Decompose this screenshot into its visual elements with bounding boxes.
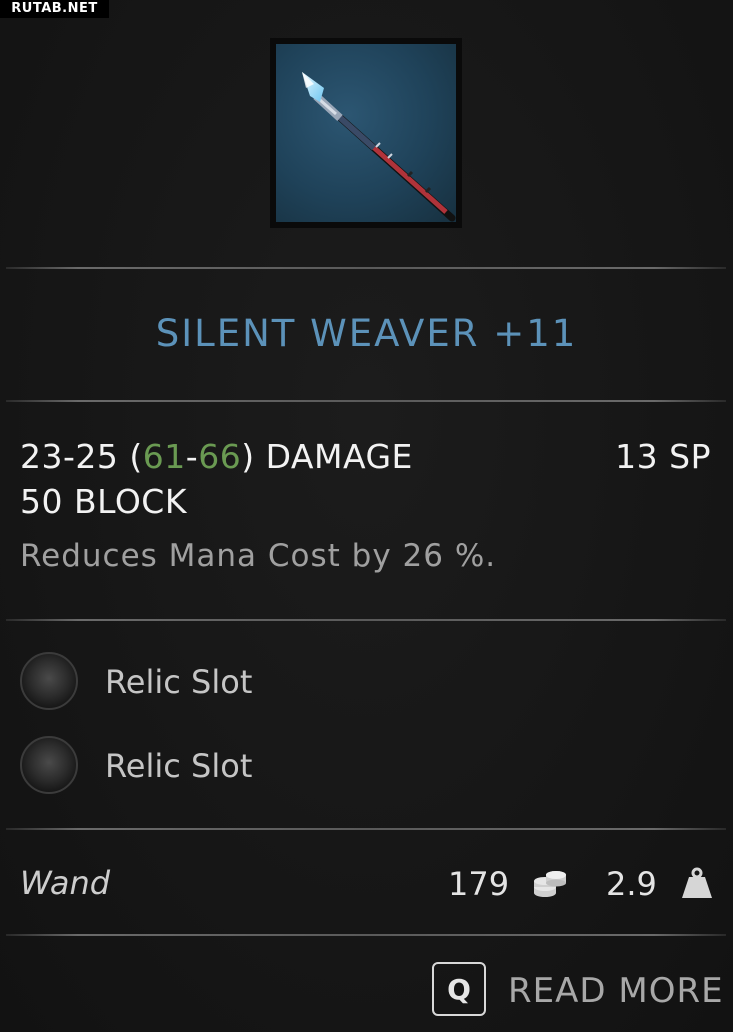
divider — [6, 934, 726, 936]
damage-stat: 23-25 (61-66) DAMAGE — [20, 437, 413, 476]
item-value: 179 — [448, 865, 510, 903]
block-stat: 50 BLOCK — [20, 482, 187, 521]
sp-cost: 13 SP — [615, 437, 711, 476]
watermark: RUTAB.NET — [0, 0, 109, 18]
item-type: Wand — [20, 864, 111, 902]
relic-slot-socket-icon — [20, 736, 78, 794]
damage-label: DAMAGE — [254, 437, 413, 476]
spear-wand-icon — [276, 44, 456, 222]
relic-slot-socket-icon — [20, 652, 78, 710]
item-icon-frame — [270, 38, 462, 228]
relic-slot[interactable]: Relic Slot — [20, 736, 420, 800]
read-more-key-hint[interactable]: Q — [432, 962, 486, 1016]
divider — [6, 267, 726, 269]
coins-icon — [532, 866, 568, 904]
damage-scaled-max: 66 — [198, 437, 242, 476]
damage-scaled-min: 61 — [142, 437, 186, 476]
damage-base-min: 23 — [20, 437, 63, 476]
relic-slot-label: Relic Slot — [105, 747, 253, 785]
item-weight: 2.9 — [606, 865, 657, 903]
relic-slot[interactable]: Relic Slot — [20, 652, 420, 716]
divider — [6, 619, 726, 621]
damage-base-max: 25 — [75, 437, 119, 476]
damage-close: ) — [241, 437, 255, 476]
divider — [6, 400, 726, 402]
relic-slot-label: Relic Slot — [105, 663, 253, 701]
weight-icon — [680, 866, 714, 904]
item-tooltip-panel: RUTAB.NET SILENT WEAVER +11 23-25 (61-66… — [0, 0, 733, 1032]
item-name: SILENT WEAVER +11 — [155, 312, 578, 355]
damage-base-sep: - — [63, 437, 76, 476]
damage-scaled-sep: - — [185, 437, 199, 476]
item-effect: Reduces Mana Cost by 26 %. — [20, 538, 497, 574]
divider — [6, 828, 726, 830]
read-more-button[interactable]: READ MORE — [508, 971, 724, 1011]
damage-open: ( — [118, 437, 143, 476]
